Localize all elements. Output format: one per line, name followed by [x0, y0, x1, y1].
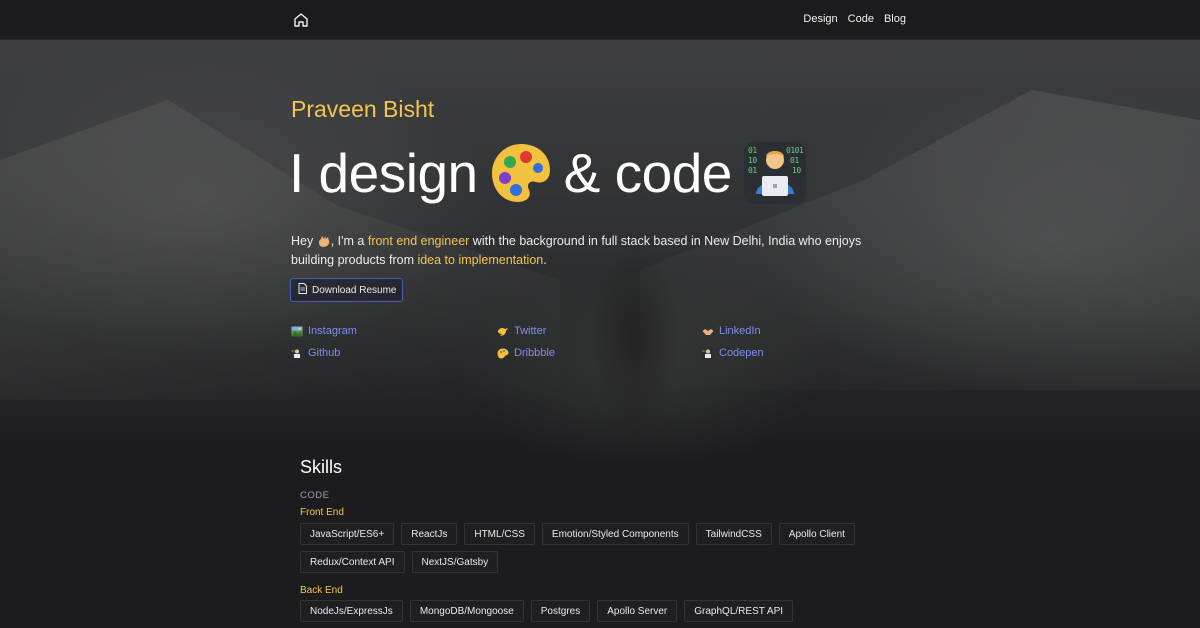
author-name: Praveen Bisht: [291, 96, 435, 122]
technologist-icon: 01: [291, 347, 303, 359]
svg-text:01: 01: [748, 166, 757, 175]
skill-chip: NextJS/Gatsby: [411, 551, 499, 573]
skill-chip: Postgres: [530, 600, 591, 622]
social-codepen[interactable]: 01 Codepen: [702, 347, 764, 359]
home-icon[interactable]: [292, 11, 310, 29]
skill-chip: NodeJs/ExpressJs: [300, 600, 403, 622]
nav-blog[interactable]: Blog: [884, 13, 906, 25]
skills-category-code: CODE: [300, 490, 330, 501]
svg-text:01: 01: [703, 349, 707, 353]
svg-text:01: 01: [790, 156, 799, 165]
social-github[interactable]: 01 Github: [291, 347, 340, 359]
back-end-chips-row1: NodeJs/ExpressJs MongoDB/Mongoose Postgr…: [300, 600, 794, 622]
document-icon: [298, 283, 307, 297]
technologist-icon: 01 0101 10 01 01 10: [742, 140, 808, 206]
waving-hand-icon: [317, 234, 331, 247]
nav-design[interactable]: Design: [803, 13, 837, 25]
download-resume-button[interactable]: Download Resume: [290, 278, 403, 302]
social-dribbble[interactable]: Dribbble: [497, 347, 555, 359]
palette-icon: [488, 140, 554, 206]
skill-chip: Redux/Context API: [300, 551, 405, 573]
intro-text: Hey , I'm a front end engineer with the …: [291, 234, 862, 267]
skill-chip: GraphQL/REST API: [684, 600, 794, 622]
front-end-chips-row2: Redux/Context API NextJS/Gatsby: [300, 551, 499, 573]
svg-text:0101: 0101: [786, 146, 804, 155]
headline-code: & code: [563, 142, 733, 204]
social-linkedin[interactable]: LinkedIn: [702, 325, 761, 337]
skill-chip: JavaScript/ES6+: [300, 523, 395, 545]
skill-chip: Apollo Server: [597, 600, 678, 622]
idea-implementation-link[interactable]: idea to implementation: [417, 253, 543, 267]
technologist-icon: 01: [702, 347, 714, 359]
handshake-icon: [702, 326, 714, 337]
svg-text:01: 01: [748, 146, 757, 155]
skills-title: Skills: [300, 457, 343, 477]
skill-chip: HTML/CSS: [464, 523, 535, 545]
headline: I design & code 01 0101 10 01 01 10: [289, 140, 808, 206]
svg-text:10: 10: [748, 156, 757, 165]
nav-links: Design Code Blog: [803, 13, 906, 25]
front-end-link[interactable]: front end engineer: [368, 234, 469, 248]
nav-code[interactable]: Code: [848, 13, 874, 25]
skill-chip: TailwindCSS: [695, 523, 772, 545]
bird-icon: [497, 326, 509, 337]
svg-text:10: 10: [792, 166, 801, 175]
skill-chip: Emotion/Styled Components: [541, 523, 689, 545]
ball-icon: [497, 348, 509, 359]
skill-chip: MongoDB/Mongoose: [409, 600, 524, 622]
headline-design: I design: [289, 142, 478, 204]
back-end-label: Back End: [300, 585, 343, 596]
front-end-chips-row1: JavaScript/ES6+ ReactJs HTML/CSS Emotion…: [300, 523, 855, 545]
top-nav: Design Code Blog: [0, 0, 1200, 40]
image-icon: [291, 326, 303, 337]
front-end-label: Front End: [300, 507, 344, 518]
svg-text:01: 01: [292, 349, 296, 353]
social-twitter[interactable]: Twitter: [497, 325, 546, 337]
skill-chip: ReactJs: [401, 523, 458, 545]
skill-chip: Apollo Client: [778, 523, 855, 545]
social-instagram[interactable]: Instagram: [291, 325, 357, 337]
